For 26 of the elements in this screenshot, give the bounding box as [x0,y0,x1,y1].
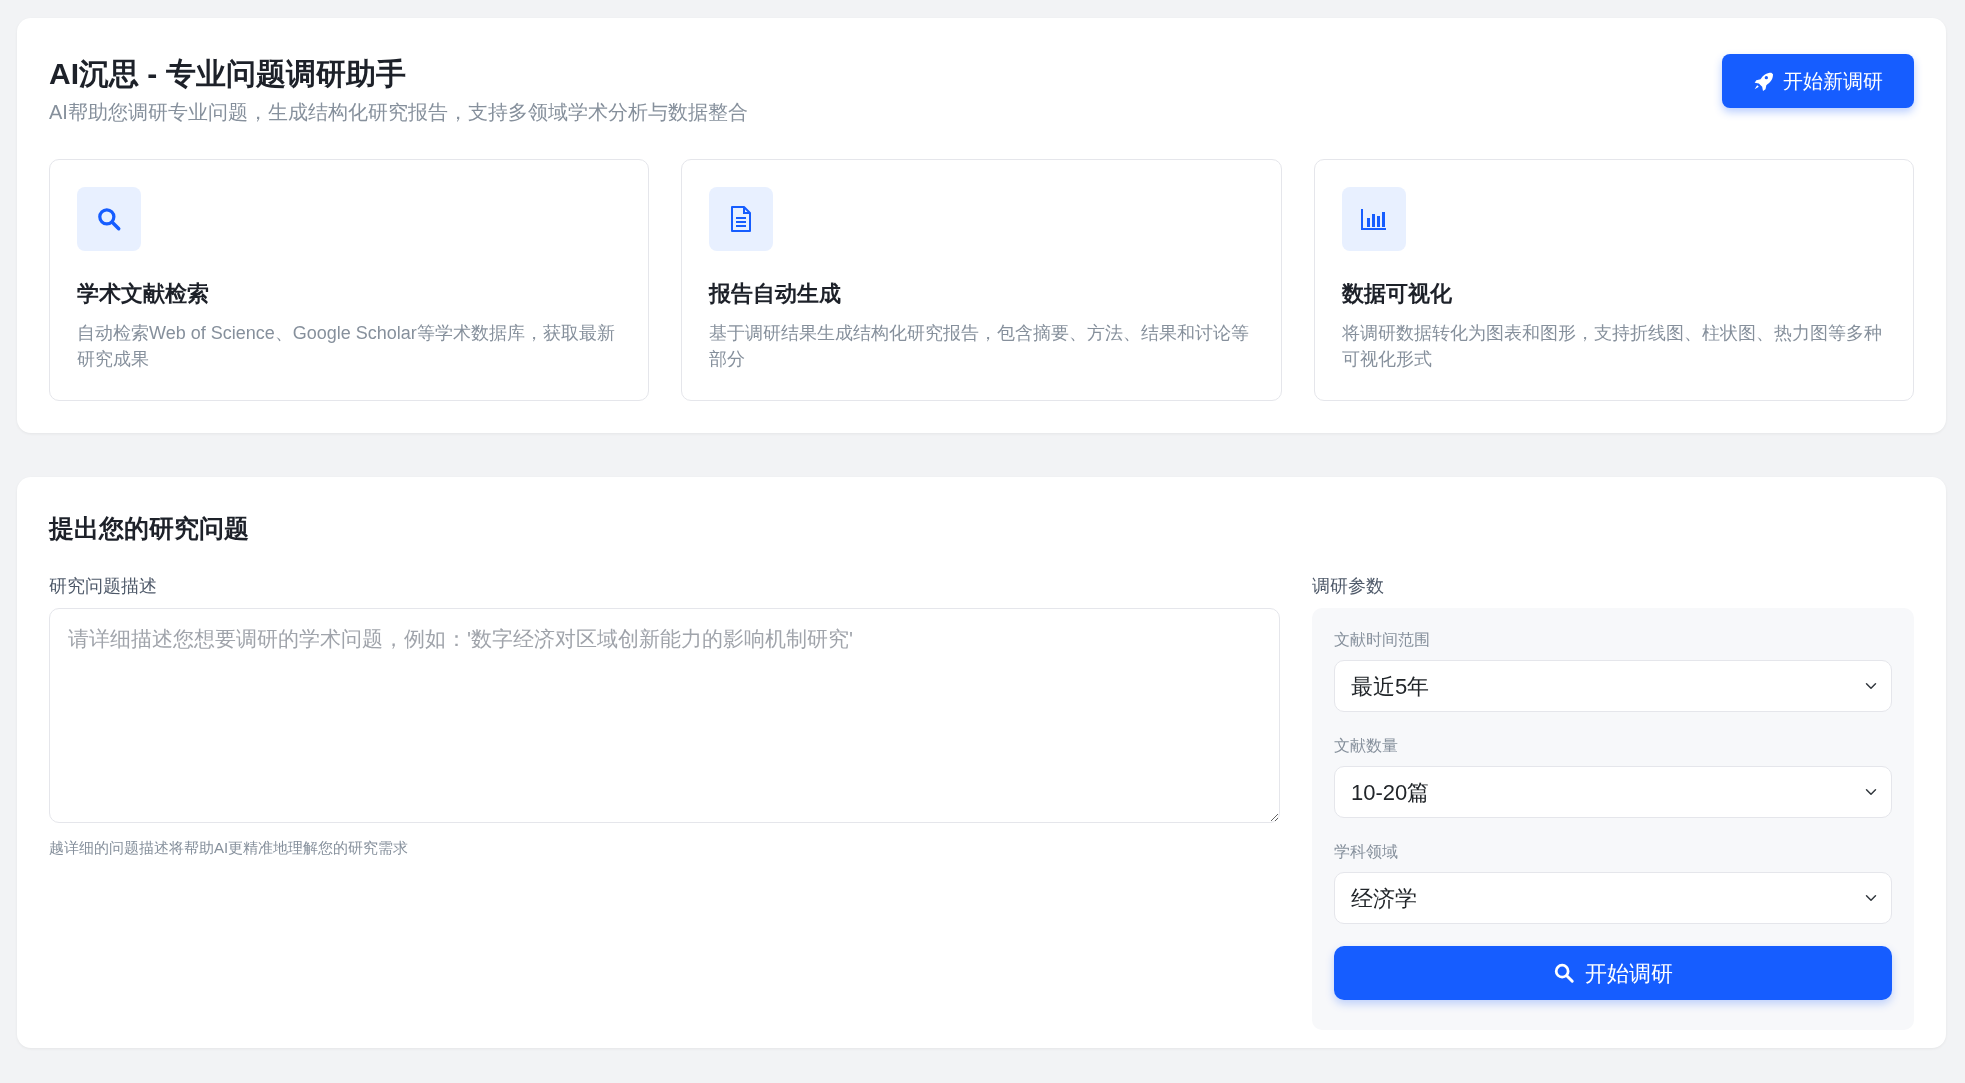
document-icon [729,205,754,233]
search-icon [96,206,122,232]
rocket-icon [1753,71,1773,91]
help-text: 越详细的问题描述将帮助AI更精准地理解您的研究需求 [49,838,410,859]
question-input-field[interactable]: 请详细描述您想要调研的学术问题，例如：'数字经济对区域创新能力的影响机制研究' [49,608,1280,824]
page-subtitle: AI帮助您调研专业问题，生成结构化研究报告，支持多领域学术分析与数据整合 [49,100,748,125]
start-new-research-button[interactable]: 开始新调研 [1722,54,1914,108]
start-research-button[interactable]: 开始调研 [1334,946,1892,1001]
feature-title: 数据可视化 [1341,280,1453,308]
section-heading: 提出您的研究问题 [49,513,250,544]
field-label: 文献时间范围 [1334,630,1431,651]
select-field[interactable]: 最近5年 [1334,660,1892,713]
page-title: AI沉思 - 专业问题调研助手 [49,56,407,92]
feature-description: 基于调研结果生成结构化研究报告，包含摘要、方法、结果和讨论等部分 [709,322,1251,372]
feature-description: 自动检索Web of Science、Google Scholar等学术数据库，获取最新研究成果 [77,322,616,372]
select-field[interactable]: 10-20篇 [1334,766,1892,819]
select-field[interactable]: 经济学 [1334,872,1892,925]
field-label: 文献数量 [1334,736,1399,757]
feature-title: 学术文献检索 [77,280,210,308]
search-icon [1553,962,1575,985]
feature-description: 将调研数据转化为图表和图形，支持折线图、柱状图、热力图等多种可视化形式 [1341,322,1883,372]
field-label: 学科领域 [1334,842,1399,863]
feature-title: 报告自动生成 [709,280,843,308]
section-label: 调研参数 [1312,575,1385,599]
field-label: 研究问题描述 [49,575,158,599]
bar-chart-icon [1359,207,1388,231]
